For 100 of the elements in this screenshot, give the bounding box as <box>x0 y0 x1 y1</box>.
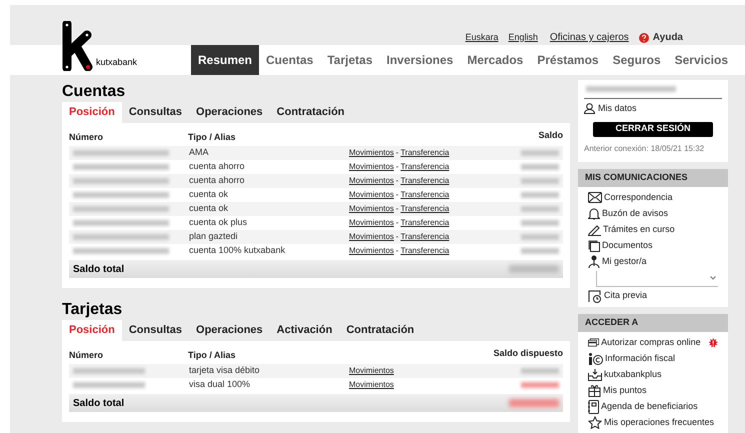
section-tab[interactable]: Contratación <box>270 102 352 123</box>
table-cell-text: cuenta ok plus <box>189 216 248 230</box>
star-icon <box>588 416 602 429</box>
logout-button[interactable]: CERRAR SESIÓN <box>593 122 713 136</box>
sidebar-link[interactable]: Correspondencia <box>588 190 718 204</box>
header-link[interactable]: Oficinas y cajeros <box>550 30 629 45</box>
link-separator: - <box>396 245 399 257</box>
table-cell-text: tarjeta visa débito <box>189 364 261 378</box>
column-header: Número <box>69 130 104 144</box>
link-separator: - <box>396 147 399 159</box>
dropdown-field[interactable] <box>596 270 718 286</box>
sidebar-link[interactable]: Cita previa <box>588 288 718 302</box>
sidebar-link[interactable]: Agenda de beneficiarios <box>588 400 718 414</box>
sidebar-link[interactable]: Autorizar compras online <box>588 336 718 350</box>
person-icon <box>588 254 600 268</box>
sidebar-link[interactable]: Mis puntos <box>588 384 718 398</box>
table-link[interactable]: Movimientos <box>349 175 394 187</box>
table-link[interactable]: Transferencia <box>400 203 450 215</box>
bell-icon <box>588 207 600 220</box>
table-cell-text: cuenta ahorro <box>189 174 246 188</box>
table-link[interactable]: Movimientos <box>349 245 394 257</box>
table-link[interactable]: Transferencia <box>400 217 450 229</box>
sidebar-link[interactable]: Buzón de avisos <box>588 206 718 220</box>
table-link[interactable]: Movimientos <box>349 379 394 391</box>
header-link[interactable]: Euskara <box>465 30 498 44</box>
info-coin-icon <box>588 352 603 364</box>
sidebar-link[interactable]: Mis operaciones frecuentes <box>588 416 718 430</box>
section-tab[interactable]: Posición <box>62 320 122 341</box>
column-header: Tipo / Alias <box>188 130 237 144</box>
total-label: Saldo total <box>73 396 124 410</box>
envelope-icon <box>588 192 602 203</box>
nav-tab[interactable]: Tarjetas <box>320 45 380 75</box>
table-link[interactable]: Transferencia <box>400 175 450 187</box>
table-link[interactable]: Movimientos <box>349 189 394 201</box>
nav-tab[interactable]: Mercados <box>460 45 530 75</box>
header-link[interactable]: English <box>508 30 538 44</box>
notebook-icon <box>588 400 599 414</box>
help-link[interactable]: Ayuda <box>638 30 683 45</box>
last-login-text: Anterior conexión: 18/05/21 15:32 <box>584 142 706 154</box>
section-tab[interactable]: Posición <box>62 102 122 123</box>
table-cell-text: AMA <box>189 146 210 160</box>
table-link[interactable]: Transferencia <box>400 161 450 173</box>
section-tab[interactable]: Consultas <box>122 102 190 123</box>
nav-tab[interactable]: Cuentas <box>259 45 320 75</box>
link-separator: - <box>396 161 399 173</box>
section-tab[interactable]: Operaciones <box>189 102 270 123</box>
sidebar-link[interactable]: Mi gestor/a <box>588 254 718 268</box>
column-header: Tipo / Alias <box>188 348 237 362</box>
section-tab[interactable]: Consultas <box>122 320 190 341</box>
logo-text: kutxabank <box>96 56 138 68</box>
section-tab[interactable]: Contratación <box>339 320 422 341</box>
table-cell-text: cuenta ok <box>189 202 230 216</box>
table-link[interactable]: Transferencia <box>400 147 450 159</box>
chevron-down-icon <box>710 276 716 280</box>
table-link[interactable]: Movimientos <box>349 161 394 173</box>
pen-icon <box>588 224 601 236</box>
sidebar-link[interactable]: Información fiscal <box>588 352 718 366</box>
table-link[interactable]: Transferencia <box>400 245 450 257</box>
table-link[interactable]: Movimientos <box>349 231 394 243</box>
table-cell-text: plan gaztedi <box>189 230 239 244</box>
column-header: Número <box>69 348 104 362</box>
blurred-account-number <box>73 368 145 374</box>
table-link[interactable]: Transferencia <box>400 189 450 201</box>
my-data-link[interactable]: Mis datos <box>584 102 722 116</box>
table-link[interactable]: Movimientos <box>349 365 394 377</box>
kutxabank-logo[interactable]: kutxabank <box>62 21 138 71</box>
table-cell-text: cuenta ok <box>189 188 230 202</box>
table-link[interactable]: Movimientos <box>349 217 394 229</box>
sidebar-link[interactable]: Documentos <box>588 238 718 252</box>
link-separator: - <box>396 231 399 243</box>
table-cell-text: cuenta 100% kutxabank <box>189 244 286 258</box>
tray-icon <box>588 368 602 380</box>
help-icon <box>638 32 649 42</box>
card-icon <box>588 337 600 348</box>
link-separator: - <box>396 217 399 229</box>
sidebar-link[interactable]: Trámites en curso <box>588 222 718 236</box>
table-link[interactable]: Transferencia <box>400 231 450 243</box>
section-tab[interactable]: Operaciones <box>189 320 270 341</box>
nav-tab[interactable]: Servicios <box>668 45 735 75</box>
section-title: Cuentas <box>62 82 126 102</box>
nav-tab[interactable]: Resumen <box>190 45 260 75</box>
calendar-clock-icon <box>588 288 602 302</box>
table-link[interactable]: Movimientos <box>349 203 394 215</box>
user-icon <box>584 103 595 114</box>
table-link[interactable]: Movimientos <box>349 147 394 159</box>
blurred-account-number <box>73 382 145 388</box>
column-header: Saldo dispuesto <box>493 347 563 360</box>
section-tab[interactable]: Activación <box>270 320 340 341</box>
column-header: Saldo <box>538 129 563 142</box>
sidebar-link[interactable]: kutxabankplus <box>588 368 718 382</box>
link-separator: - <box>396 175 399 187</box>
nav-tab[interactable]: Préstamos <box>530 45 606 75</box>
gift-icon <box>588 384 601 397</box>
table-cell-text: cuenta ahorro <box>189 160 246 174</box>
total-label: Saldo total <box>73 262 124 276</box>
nav-tab[interactable]: Seguros <box>606 45 668 75</box>
table-cell-text: visa dual 100% <box>189 378 252 392</box>
link-separator: - <box>396 203 399 215</box>
nav-tab[interactable]: Inversiones <box>380 45 460 75</box>
section-title: Tarjetas <box>62 300 124 320</box>
